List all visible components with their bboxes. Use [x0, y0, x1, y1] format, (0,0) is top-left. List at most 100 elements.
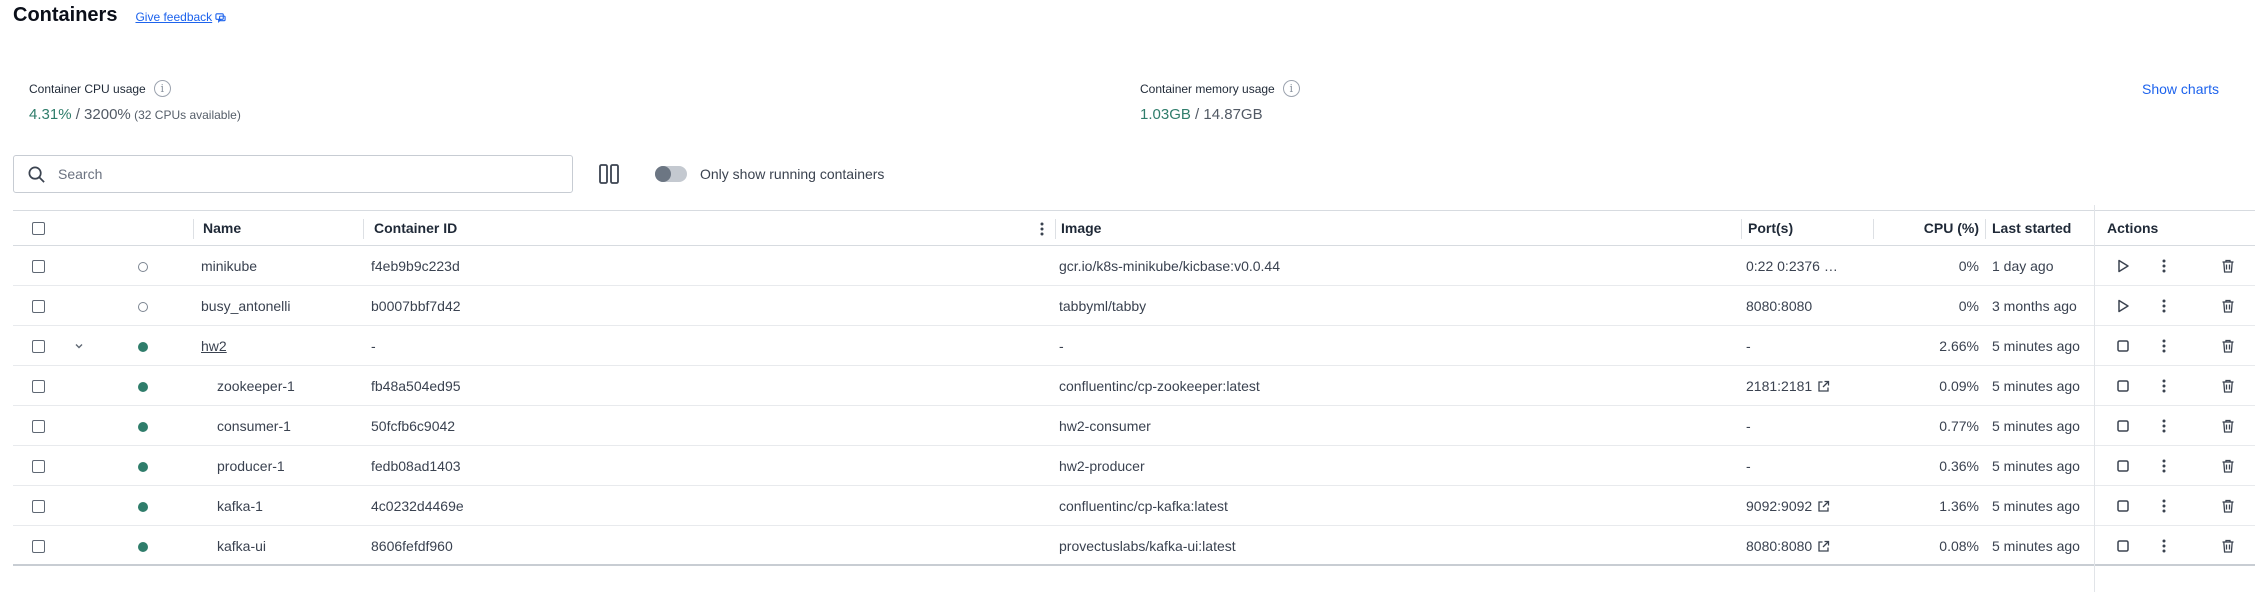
- column-header-container-id[interactable]: Container ID: [374, 211, 457, 246]
- stop-button[interactable]: [2115, 498, 2131, 514]
- container-ports[interactable]: 2181:2181: [1746, 378, 1812, 394]
- container-image[interactable]: hw2-consumer: [1059, 406, 1151, 446]
- more-actions-button[interactable]: [2156, 338, 2172, 354]
- external-link-icon[interactable]: [1817, 380, 1830, 393]
- row-checkbox[interactable]: [32, 460, 45, 473]
- row-checkbox[interactable]: [32, 260, 45, 273]
- container-ports[interactable]: 9092:9092: [1746, 498, 1812, 514]
- delete-button[interactable]: [2220, 258, 2236, 274]
- table-row[interactable]: hw2 - - - 2.66% 5 minutes ago: [13, 326, 2255, 366]
- column-header-name[interactable]: Name: [203, 211, 241, 246]
- status-stopped-icon: [138, 262, 148, 272]
- column-header-image[interactable]: Image: [1061, 211, 1101, 246]
- container-image[interactable]: tabbyml/tabby: [1059, 286, 1146, 326]
- status-stopped-icon: [138, 302, 148, 312]
- table-row[interactable]: zookeeper-1 fb48a504ed95 confluentinc/cp…: [13, 366, 2255, 406]
- column-header-cpu[interactable]: CPU (%): [1879, 211, 1979, 246]
- container-name[interactable]: producer-1: [201, 446, 285, 486]
- row-checkbox[interactable]: [32, 300, 45, 313]
- stop-button[interactable]: [2115, 538, 2131, 554]
- container-ports-cell: 9092:9092: [1746, 486, 1830, 526]
- column-divider: [193, 219, 194, 239]
- trash-icon: [2222, 379, 2234, 393]
- table-row[interactable]: consumer-1 50fcfb6c9042 hw2-consumer - 0…: [13, 406, 2255, 446]
- column-divider: [363, 219, 364, 239]
- stop-button[interactable]: [2115, 418, 2131, 434]
- give-feedback-link[interactable]: Give feedback: [135, 10, 226, 24]
- row-checkbox[interactable]: [32, 420, 45, 433]
- delete-button[interactable]: [2220, 498, 2236, 514]
- container-name[interactable]: consumer-1: [201, 406, 291, 446]
- more-actions-button[interactable]: [2156, 418, 2172, 434]
- show-charts-link[interactable]: Show charts: [2142, 81, 2219, 97]
- external-link-icon[interactable]: [1817, 500, 1830, 513]
- more-vertical-icon: [2162, 299, 2166, 313]
- more-actions-button[interactable]: [2156, 378, 2172, 394]
- container-cpu: 0.77%: [1939, 418, 1979, 434]
- container-cpu: 0%: [1958, 258, 1979, 274]
- select-all-checkbox[interactable]: [32, 222, 45, 235]
- cpu-count-note: (32 CPUs available): [130, 108, 241, 122]
- chevron-down-icon[interactable]: [72, 339, 86, 353]
- more-actions-button[interactable]: [2156, 298, 2172, 314]
- container-ports[interactable]: 8080:8080: [1746, 538, 1812, 554]
- container-image[interactable]: provectuslabs/kafka-ui:latest: [1059, 526, 1236, 566]
- container-id: f4eb9b9c223d: [371, 258, 460, 274]
- container-name[interactable]: hw2: [201, 326, 227, 366]
- container-image[interactable]: confluentinc/cp-zookeeper:latest: [1059, 366, 1260, 406]
- columns-icon[interactable]: [597, 162, 621, 186]
- table-row[interactable]: producer-1 fedb08ad1403 hw2-producer - 0…: [13, 446, 2255, 486]
- column-header-ports[interactable]: Port(s): [1748, 211, 1793, 246]
- row-checkbox[interactable]: [32, 380, 45, 393]
- search-input[interactable]: [58, 166, 558, 182]
- container-id: 4c0232d4469e: [371, 498, 464, 514]
- external-link-icon[interactable]: [1817, 540, 1830, 553]
- stop-button[interactable]: [2115, 378, 2131, 394]
- status-running-icon: [138, 462, 148, 472]
- trash-icon: [2222, 459, 2234, 473]
- stop-icon: [2117, 540, 2129, 552]
- running-only-label: Only show running containers: [700, 166, 885, 182]
- running-only-toggle[interactable]: [655, 166, 687, 182]
- container-name[interactable]: kafka-1: [201, 486, 263, 526]
- page-title: Containers: [13, 4, 118, 26]
- stop-button[interactable]: [2115, 338, 2131, 354]
- table-row[interactable]: kafka-1 4c0232d4469e confluentinc/cp-kaf…: [13, 486, 2255, 526]
- container-cpu: 0.36%: [1939, 458, 1979, 474]
- cpu-usage-label: Container CPU usage: [29, 81, 146, 96]
- delete-button[interactable]: [2220, 418, 2236, 434]
- container-ports-cell: 8080:8080: [1746, 526, 1830, 566]
- table-row[interactable]: minikube f4eb9b9c223d gcr.io/k8s-minikub…: [13, 246, 2255, 286]
- delete-button[interactable]: [2220, 538, 2236, 554]
- container-image[interactable]: confluentinc/cp-kafka:latest: [1059, 486, 1228, 526]
- info-icon[interactable]: i: [153, 80, 171, 97]
- table-row[interactable]: busy_antonelli b0007bbf7d42 tabbyml/tabb…: [13, 286, 2255, 326]
- more-vertical-icon[interactable]: [1034, 221, 1050, 237]
- start-button[interactable]: [2115, 258, 2131, 274]
- container-name[interactable]: minikube: [201, 246, 257, 286]
- container-image[interactable]: gcr.io/k8s-minikube/kicbase:v0.0.44: [1059, 246, 1280, 286]
- more-actions-button[interactable]: [2156, 458, 2172, 474]
- info-icon[interactable]: i: [1282, 80, 1300, 97]
- more-actions-button[interactable]: [2156, 258, 2172, 274]
- container-image[interactable]: hw2-producer: [1059, 446, 1145, 486]
- more-actions-button[interactable]: [2156, 498, 2172, 514]
- column-header-last-started[interactable]: Last started: [1992, 211, 2071, 246]
- container-last-started: 5 minutes ago: [1992, 538, 2080, 554]
- stop-button[interactable]: [2115, 458, 2131, 474]
- delete-button[interactable]: [2220, 458, 2236, 474]
- delete-button[interactable]: [2220, 298, 2236, 314]
- delete-button[interactable]: [2220, 378, 2236, 394]
- container-name[interactable]: kafka-ui: [201, 526, 266, 566]
- delete-button[interactable]: [2220, 338, 2236, 354]
- table-row[interactable]: kafka-ui 8606fefdf960 provectuslabs/kafk…: [13, 526, 2255, 566]
- container-name[interactable]: busy_antonelli: [201, 286, 291, 326]
- row-checkbox[interactable]: [32, 540, 45, 553]
- row-checkbox[interactable]: [32, 340, 45, 353]
- trash-icon: [2222, 419, 2234, 433]
- search-icon: [28, 166, 45, 183]
- container-name[interactable]: zookeeper-1: [201, 366, 295, 406]
- start-button[interactable]: [2115, 298, 2131, 314]
- row-checkbox[interactable]: [32, 500, 45, 513]
- more-actions-button[interactable]: [2156, 538, 2172, 554]
